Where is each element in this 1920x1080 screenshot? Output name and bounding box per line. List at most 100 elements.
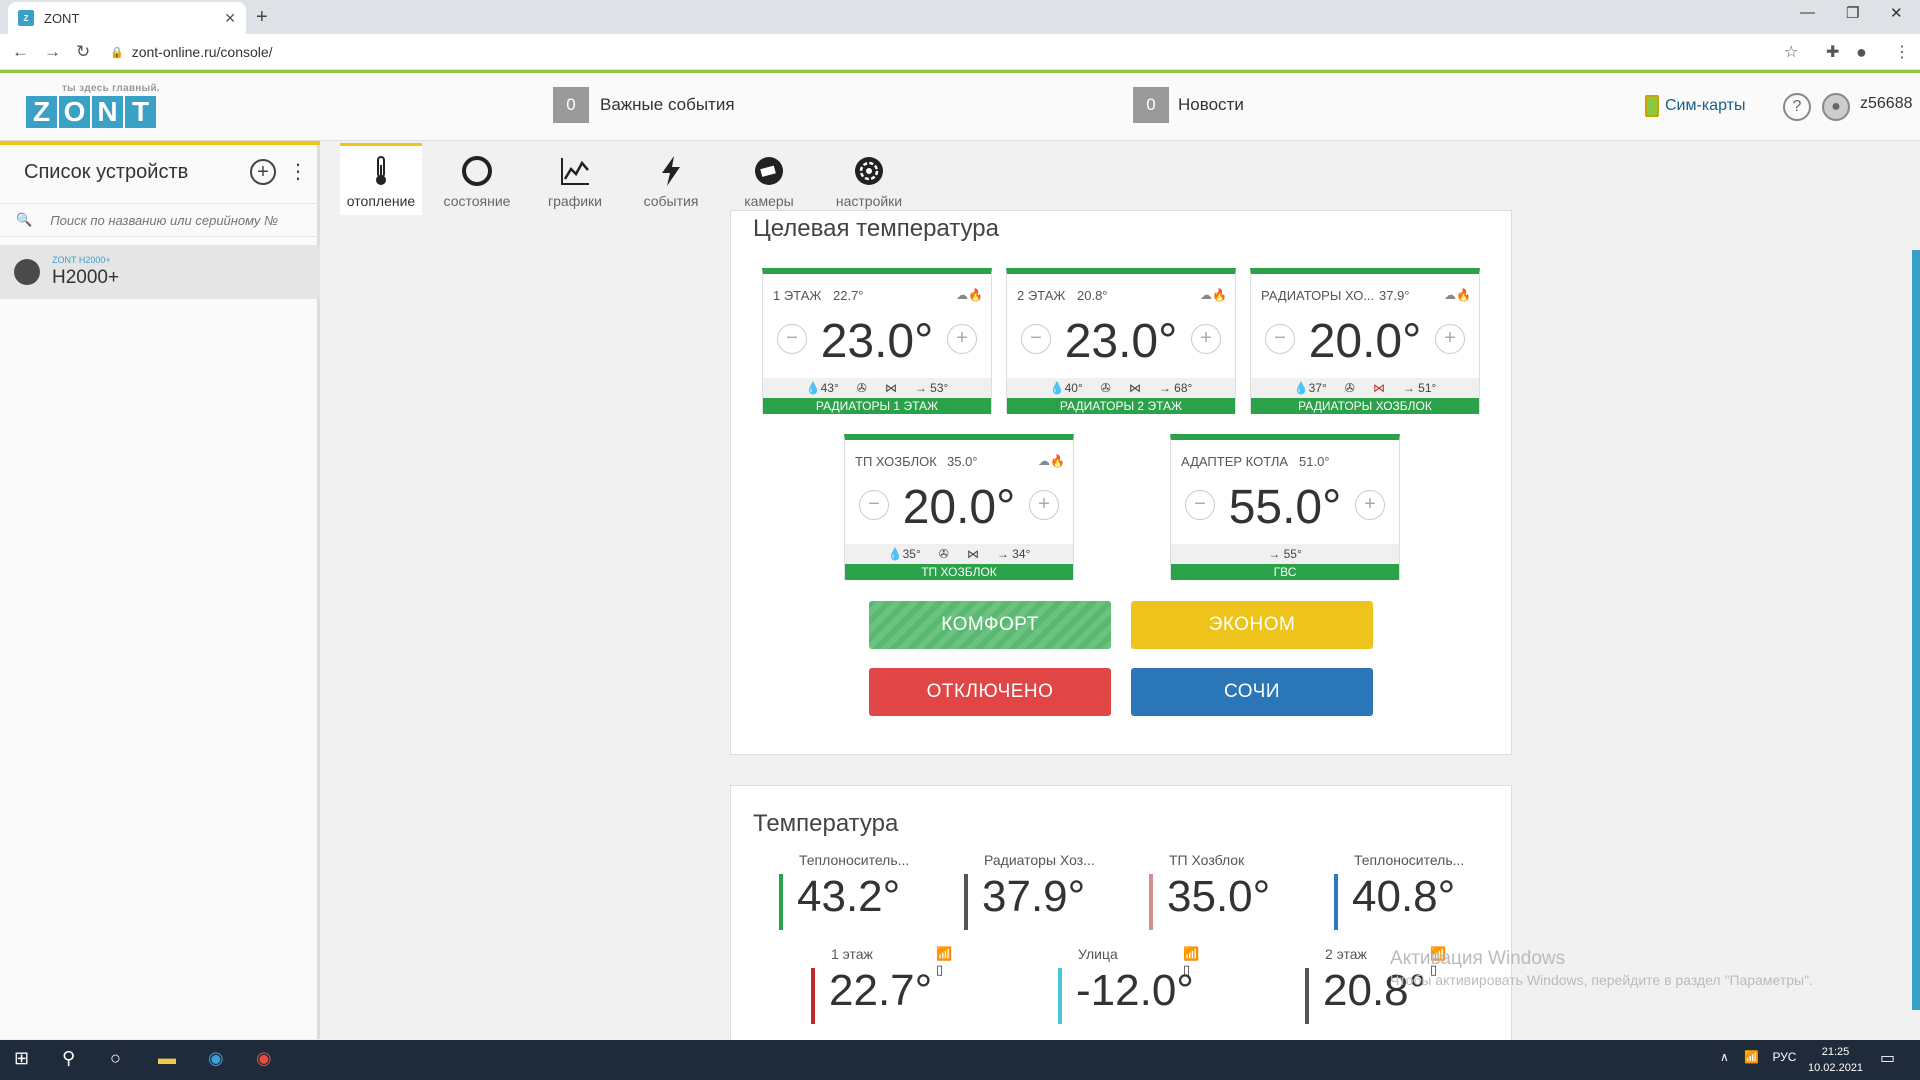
circuit-label: РАДИАТОРЫ 1 ЭТАЖ [763,398,991,414]
browser-tab[interactable]: Z ZONT ✕ [8,2,246,34]
edge-icon[interactable]: ◉ [208,1048,224,1069]
news-count-badge[interactable]: 0 [1133,87,1169,123]
valve-icon: ⋈ [884,381,897,395]
increase-button[interactable]: + [947,324,977,354]
valve-icon: ⋈ [1128,381,1141,395]
sensor-tile[interactable]: Теплоноситель... 43.2° [779,852,949,932]
tab-settings[interactable]: настройки [828,143,910,215]
tab-heating[interactable]: отопление [340,143,422,215]
increase-button[interactable]: + [1435,324,1465,354]
news-link[interactable]: Новости [1178,95,1244,115]
chart-icon [559,155,591,187]
chrome-icon[interactable]: ◉ [256,1048,272,1069]
cloud-icon: ☁ [956,288,969,302]
tab-title: ZONT [44,10,80,26]
device-model: ZONT H2000+ [52,255,111,265]
close-window-icon[interactable]: ✕ [1890,4,1903,22]
zone-status-icons: ☁🔥 [1200,288,1227,302]
temperature-panel: Температура Теплоноситель... 43.2° Радиа… [730,785,1512,1055]
windows-taskbar: ⊞ ⚲ ○ ▬ ◉ ◉ ∧ 📶 РУС 21:25 10.02.2021 ▭ [0,1040,1920,1080]
clock-date: 10.02.2021 [1808,1062,1864,1074]
user-avatar-icon[interactable]: ● [1822,93,1850,121]
sensor-label: Теплоноситель... [1354,852,1465,868]
more-options-icon[interactable]: ⋮ [288,159,308,184]
cloud-icon: ☁ [1444,288,1457,302]
increase-button[interactable]: + [1029,490,1059,520]
zone-current-temp: 37.9° [1379,288,1410,303]
flow-temp-value: → 55° [1268,547,1302,561]
events-count-badge[interactable]: 0 [553,87,589,123]
username[interactable]: z56688 [1860,95,1913,113]
keyboard-language[interactable]: РУС [1772,1050,1796,1064]
taskbar-clock[interactable]: 21:25 10.02.2021 [1808,1044,1863,1076]
sensor-tile[interactable]: Радиаторы Хоз... 37.9° [964,852,1134,932]
app-header: ты здесь главный. Z O N T 0 Важные событ… [0,73,1920,141]
sensor-color-bar [1305,968,1309,1024]
notifications-icon[interactable]: ▭ [1880,1048,1895,1068]
sim-cards-link[interactable]: Сим-карты [1645,95,1745,117]
sensor-tile[interactable]: ТП Хозблок 35.0° [1149,852,1319,932]
wifi-battery-icon: 📶▯ [936,946,953,977]
task-view-icon[interactable]: ○ [110,1048,121,1069]
tab-charts[interactable]: графики [534,143,616,215]
device-list-item[interactable]: ZONT H2000+ H2000+ [0,245,320,299]
circuit-label: РАДИАТОРЫ 2 ЭТАЖ [1007,398,1235,414]
circuit-label: ТП ХОЗБЛОК [845,564,1073,580]
status-icon [461,155,493,187]
zone-card: 1 ЭТАЖ 22.7° ☁🔥 − 23.0° + 💧43° ✇ ⋈ → 53°… [762,268,992,414]
zone-details: → 55° [1171,544,1399,564]
minimize-icon[interactable]: — [1800,4,1815,21]
bookmark-star-icon[interactable]: ☆ [1784,42,1798,62]
tab-status[interactable]: состояние [436,143,518,215]
valve-icon: ⋈ [966,547,979,561]
extensions-icon[interactable]: ✚ [1826,42,1839,62]
browser-tabstrip: Z ZONT ✕ + — ❐ ✕ [0,0,1920,34]
zont-logo[interactable]: ты здесь главный. Z O N T [26,83,160,131]
flow-temp-value: → 51° [1402,381,1437,395]
clock-time: 21:25 [1821,1046,1850,1058]
tab-label: состояние [443,193,511,209]
increase-button[interactable]: + [1355,490,1385,520]
off-mode-button[interactable]: ОТКЛЮЧЕНО [869,668,1111,716]
tab-cameras[interactable]: камеры [728,143,810,215]
comfort-mode-button[interactable]: КОМФОРТ [869,601,1111,649]
back-icon[interactable]: ← [12,42,29,62]
sochi-mode-button[interactable]: СОЧИ [1131,668,1373,716]
zone-current-temp: 20.8° [1077,288,1108,303]
help-icon[interactable]: ? [1783,93,1811,121]
tab-events[interactable]: события [630,143,712,215]
zone-card: ТП ХОЗБЛОК 35.0° ☁🔥 − 20.0° + 💧35° ✇ ⋈ →… [844,434,1074,580]
new-tab-button[interactable]: + [256,6,268,29]
page-scrollbar[interactable] [1912,250,1920,1010]
sensor-label: Теплоноситель... [799,852,910,868]
sensor-tile[interactable]: 1 этаж 📶▯ 22.7° [811,946,953,1026]
tab-label: графики [548,193,602,209]
windows-start-icon[interactable]: ⊞ [14,1048,29,1069]
url-field[interactable]: 🔒 zont-online.ru/console/ [110,38,1790,66]
browser-menu-icon[interactable]: ⋮ [1894,42,1910,62]
close-tab-icon[interactable]: ✕ [224,10,236,27]
thermometer-icon [365,155,397,187]
device-sidebar: Список устройств + ⋮ 🔍 ZONT H2000+ H2000… [0,141,320,1039]
file-explorer-icon[interactable]: ▬ [158,1048,176,1069]
device-name: H2000+ [52,267,120,288]
network-icon[interactable]: 📶 [1744,1050,1759,1064]
tray-chevron-icon[interactable]: ∧ [1720,1050,1729,1064]
device-search-input[interactable] [50,212,311,228]
events-link[interactable]: Важные события [600,95,735,115]
sensor-tile[interactable]: Улица 📶▯ -12.0° [1058,946,1199,1026]
restore-icon[interactable]: ❐ [1846,4,1859,22]
cloud-icon: ☁ [1038,454,1051,468]
flow-temp-value: → 34° [996,547,1031,561]
zone-details: 💧37° ✇ ⋈ → 51° [1251,378,1479,398]
tab-label: отопление [346,193,416,209]
forward-icon[interactable]: → [44,42,61,62]
sensor-tile[interactable]: Теплоноситель... 40.8° [1334,852,1504,932]
increase-button[interactable]: + [1191,324,1221,354]
logo-slogan: ты здесь главный. [61,83,160,94]
search-icon[interactable]: ⚲ [62,1048,75,1069]
reload-icon[interactable]: ↻ [76,42,90,62]
profile-icon[interactable]: ● [1856,42,1867,63]
add-device-icon[interactable]: + [250,159,276,185]
econom-mode-button[interactable]: ЭКОНОМ [1131,601,1373,649]
